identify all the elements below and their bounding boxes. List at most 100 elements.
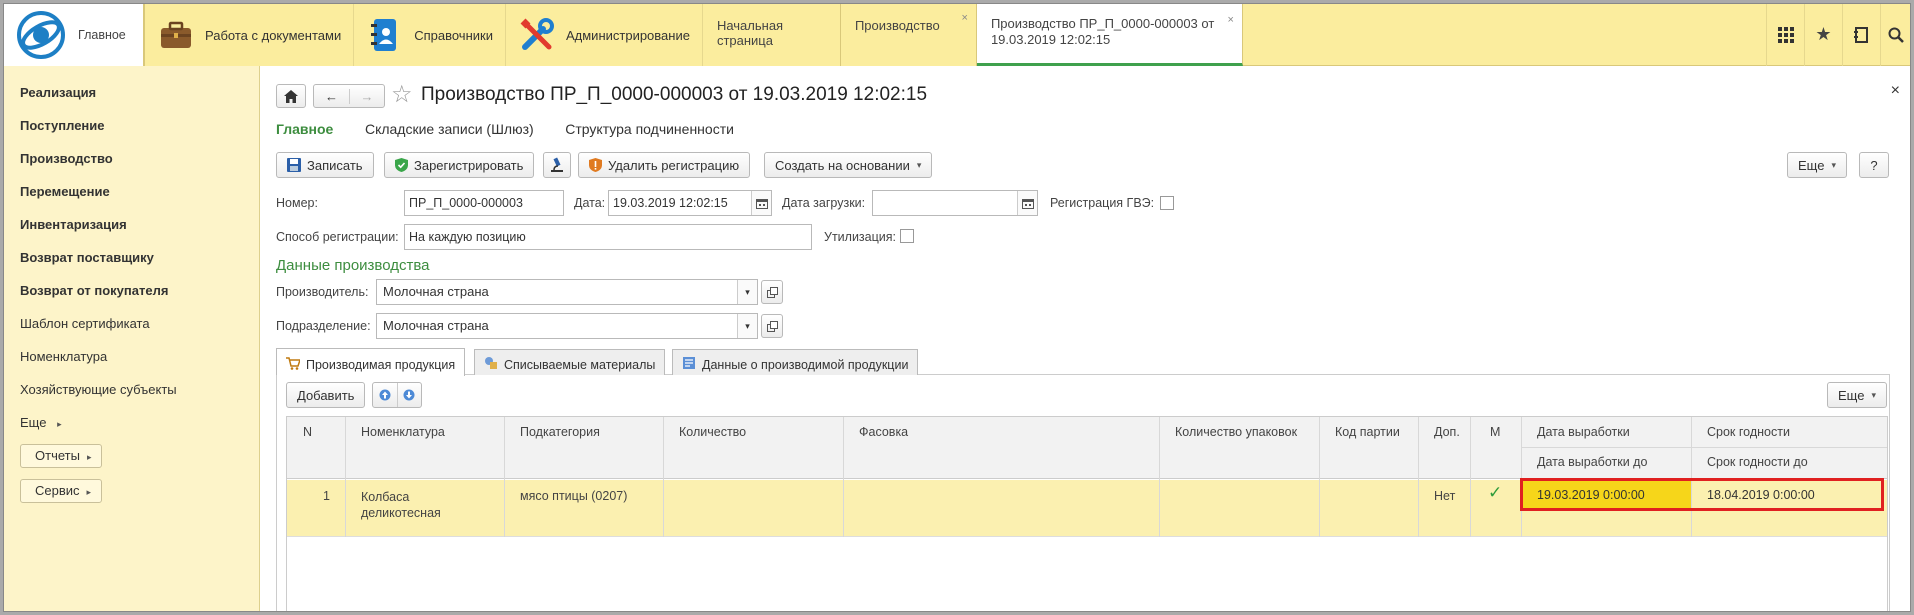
move-up-icon[interactable] [373, 389, 397, 401]
col-header-batch[interactable]: Код партии [1335, 425, 1400, 439]
forward-arrow-icon[interactable]: → [348, 88, 384, 104]
col-header-expiry-to[interactable]: Срок годности до [1707, 455, 1808, 469]
tab-warehouse-records[interactable]: Складские записи (Шлюз) [365, 121, 534, 137]
tools-icon [518, 16, 556, 54]
load-date-field[interactable]: . . : : [872, 190, 1038, 216]
nav-item-sales[interactable]: Реализация [4, 76, 259, 109]
nav-item-entities[interactable]: Хозяйствующие субъекты [4, 373, 259, 406]
producer-field[interactable]: Молочная страна ▾ [376, 279, 758, 305]
nav-item-production[interactable]: Производство [4, 142, 259, 175]
create-based-on-button[interactable]: Создать на основании ▾ [764, 152, 933, 178]
data-sheet-icon [682, 356, 696, 373]
col-header-subcategory[interactable]: Подкатегория [520, 425, 600, 439]
nav-item-nomenclature[interactable]: Номенклатура [4, 340, 259, 373]
close-form-icon[interactable]: × [1891, 82, 1900, 100]
section-documents-label: Работа с документами [205, 27, 342, 43]
date-label: Дата: [574, 196, 606, 210]
tab-start-page[interactable]: Начальная страница [702, 4, 841, 66]
col-header-packing[interactable]: Фасовка [859, 425, 908, 439]
nav-item-receipt[interactable]: Поступление [4, 109, 259, 142]
apps-grid-icon[interactable] [1766, 4, 1804, 66]
nav-item-cert-template[interactable]: Шаблон сертификата [4, 307, 259, 340]
division-open-button[interactable] [761, 314, 783, 338]
subtab-product-data[interactable]: Данные о производимой продукции [672, 349, 919, 375]
reports-button[interactable]: Отчеты ▸ [20, 444, 103, 468]
dropdown-arrow-icon[interactable]: ▾ [737, 314, 757, 338]
favorite-star-icon[interactable]: ☆ [391, 80, 413, 109]
service-button[interactable]: Сервис ▸ [20, 479, 103, 503]
calendar-icon[interactable] [1017, 191, 1037, 215]
cell-nomenclature-line-1: Колбаса [361, 490, 410, 504]
save-button[interactable]: Записать [276, 152, 374, 178]
utilization-checkbox[interactable] [900, 229, 914, 243]
tab-subordination[interactable]: Структура подчиненности [565, 121, 734, 137]
col-header-nomenclature[interactable]: Номенклатура [361, 425, 445, 439]
division-field[interactable]: Молочная страна ▾ [376, 313, 758, 339]
section-documents[interactable]: Работа с документами [144, 4, 355, 66]
tab-production-doc[interactable]: Производство ПР_П_0000-000003 от 19.03.2… [976, 4, 1243, 66]
col-header-m[interactable]: М [1490, 425, 1500, 439]
subtab-written-off[interactable]: Списываемые материалы [474, 349, 666, 375]
products-table: N Номенклатура Подкатегория Количество Ф… [286, 416, 1888, 611]
col-header-production-date-to[interactable]: Дата выработки до [1537, 455, 1647, 469]
more-button[interactable]: Еще ▾ [1787, 152, 1847, 178]
cell-subcategory[interactable]: мясо птицы (0207) [520, 489, 627, 503]
tab-production-list-label: Производство [854, 18, 940, 33]
search-icon[interactable] [1880, 4, 1910, 66]
microscope-button[interactable] [543, 152, 571, 178]
app-logo-icon [17, 11, 65, 59]
tab-production-list[interactable]: Производство × [840, 4, 977, 66]
table-more-button[interactable]: Еще ▾ [1827, 382, 1887, 408]
top-bar: Главное Работа с документами Справочники… [4, 4, 1910, 66]
col-header-quantity[interactable]: Количество [679, 425, 746, 439]
more-label: Еще [1798, 157, 1825, 173]
section-admin[interactable]: Администрирование [505, 4, 703, 66]
nav-item-inventory[interactable]: Инвентаризация [4, 208, 259, 241]
close-icon[interactable]: × [1228, 12, 1234, 28]
section-references[interactable]: Справочники [354, 4, 506, 66]
cell-extra[interactable]: Нет [1434, 489, 1455, 503]
add-row-button[interactable]: Добавить [286, 382, 366, 408]
home-button[interactable] [276, 84, 306, 108]
registration-method-label: Способ регистрации: [276, 230, 399, 244]
save-label: Записать [307, 157, 363, 173]
tab-start-page-label: Начальная страница [716, 18, 784, 48]
dropdown-arrow-icon[interactable]: ▾ [737, 280, 757, 304]
producer-open-button[interactable] [761, 280, 783, 304]
cell-nomenclature[interactable]: Колбаса деликотесная [361, 489, 441, 521]
date-field[interactable]: 19.03.2019 12:02:15 [608, 190, 772, 216]
nav-more[interactable]: Еще ▸ [4, 406, 259, 439]
number-field[interactable]: ПР_П_0000-000003 [404, 190, 564, 216]
division-value: Молочная страна [383, 318, 489, 333]
nav-item-return-customer[interactable]: Возврат от покупателя [4, 274, 259, 307]
home-section[interactable]: Главное [4, 4, 144, 66]
col-header-packs[interactable]: Количество упаковок [1175, 425, 1297, 439]
add-row-label: Добавить [297, 387, 355, 403]
division-label: Подразделение: [276, 319, 371, 333]
gve-checkbox[interactable] [1160, 196, 1174, 210]
col-header-extra[interactable]: Доп. [1434, 425, 1460, 439]
create-based-on-label: Создать на основании [775, 157, 910, 173]
checkmark-icon[interactable]: ✓ [1488, 483, 1502, 503]
nav-item-return-supplier[interactable]: Возврат поставщику [4, 241, 259, 274]
delete-registration-button[interactable]: Удалить регистрацию [578, 152, 751, 178]
star-icon[interactable]: ★ [1804, 4, 1842, 66]
register-button[interactable]: Зарегистрировать [384, 152, 535, 178]
subtab-produced-products[interactable]: Производимая продукция [276, 348, 466, 376]
help-button[interactable]: ? [1859, 152, 1889, 178]
history-icon[interactable] [1842, 4, 1880, 66]
calendar-icon[interactable] [751, 191, 771, 215]
tab-main[interactable]: Главное [276, 121, 333, 137]
form-tabs: Главное Складские записи (Шлюз) Структур… [276, 121, 762, 137]
tab-production-doc-label-1: Производство ПР_П_0000-000003 от [990, 16, 1215, 31]
move-down-icon[interactable] [396, 383, 421, 407]
close-icon[interactable]: × [962, 12, 968, 24]
producer-value: Молочная страна [383, 284, 489, 299]
col-header-expiry[interactable]: Срок годности [1707, 425, 1790, 439]
shield-icon [395, 158, 408, 172]
col-header-n[interactable]: N [303, 425, 312, 439]
back-arrow-icon[interactable]: ← [314, 89, 349, 104]
nav-item-transfer[interactable]: Перемещение [4, 175, 259, 208]
registration-method-field[interactable]: На каждую позицию [404, 224, 812, 250]
col-header-production-date[interactable]: Дата выработки [1537, 425, 1630, 439]
